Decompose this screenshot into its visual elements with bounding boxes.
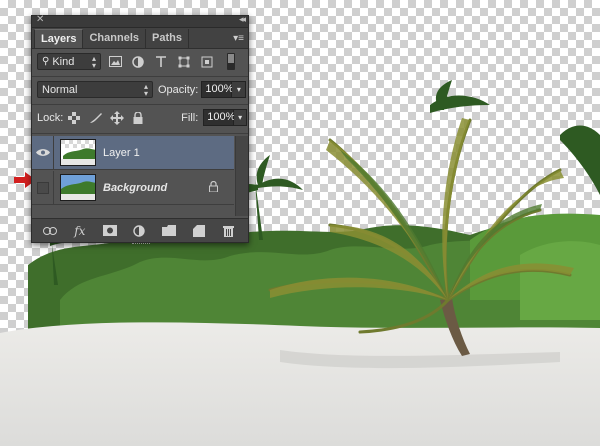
divider (32, 104, 248, 105)
lock-all-icon[interactable] (130, 109, 146, 126)
trash-icon[interactable] (221, 224, 237, 238)
lock-icon (209, 181, 218, 192)
panel-bottom-toolbar: fx (32, 218, 248, 244)
smart-object-filter-icon[interactable] (198, 53, 216, 70)
add-mask-icon[interactable] (102, 224, 118, 238)
panel-tabs: Layers Channels Paths ▾≡ (32, 28, 248, 49)
layer-name[interactable]: Layer 1 (103, 147, 140, 159)
filter-kind-dropdown[interactable]: ⚲ Kind ▴ ▾ (37, 53, 101, 70)
layers-panel: ✕ ◂◂ Layers Channels Paths ▾≡ ⚲ Kind ▴▾ (31, 14, 249, 244)
new-layer-icon[interactable] (191, 224, 207, 238)
lock-row: Lock: Fill: 100% ▾ (37, 109, 247, 126)
opacity-field[interactable]: 100% (201, 81, 234, 98)
close-icon[interactable]: ✕ (36, 14, 44, 25)
divider (32, 76, 248, 77)
layers-list: Layer 1 Background (32, 135, 248, 216)
stepper-arrows-icon: ▴ ▾ (143, 82, 148, 98)
type-filter-icon[interactable] (152, 53, 170, 70)
visibility-toggle[interactable] (32, 170, 54, 205)
tab-layers[interactable]: Layers (34, 29, 84, 48)
double-chevron-icon[interactable]: ◂◂ (239, 14, 246, 25)
lock-transparent-pixels-icon[interactable] (66, 109, 82, 126)
resize-grip[interactable] (132, 243, 150, 246)
link-layers-icon[interactable] (42, 224, 58, 238)
filter-row: ⚲ Kind ▴ ▾ (37, 53, 247, 70)
blend-row: Normal ▴ ▾ Opacity: 100% ▾ (37, 81, 247, 98)
visibility-toggle[interactable] (32, 135, 54, 170)
layer-thumbnail (60, 174, 96, 201)
layer-thumbnail (60, 139, 96, 166)
adjustment-layer-icon[interactable] (131, 224, 147, 238)
visibility-off-box (36, 181, 49, 194)
fill-dropdown-button[interactable]: ▾ (234, 109, 247, 126)
layers-scrollbar[interactable] (235, 136, 248, 216)
divider (32, 133, 248, 134)
fill-field[interactable]: 100% (203, 109, 235, 126)
lock-position-icon[interactable] (109, 109, 125, 126)
blend-mode-dropdown[interactable]: Normal ▴ ▾ (37, 81, 153, 98)
panel-menu-icon[interactable]: ▾≡ (233, 33, 244, 44)
layer-row-background[interactable]: Background (32, 170, 234, 205)
shape-filter-icon[interactable] (175, 53, 193, 70)
fx-icon[interactable]: fx (72, 224, 88, 238)
stepper-arrows-icon: ▴ ▾ (91, 54, 96, 70)
search-icon: ⚲ (42, 56, 50, 67)
filter-toggle-icon[interactable] (222, 53, 240, 70)
lock-image-pixels-icon[interactable] (88, 109, 104, 126)
eye-icon (35, 149, 50, 156)
fill-label: Fill: (181, 111, 199, 124)
lock-label: Lock: (37, 111, 64, 124)
filter-kind-label: Kind (52, 55, 75, 68)
layer-row-layer-1[interactable]: Layer 1 (32, 135, 234, 170)
layer-name[interactable]: Background (103, 182, 167, 194)
image-filter-icon[interactable] (106, 53, 124, 70)
adjustment-filter-icon[interactable] (129, 53, 147, 70)
blend-mode-value: Normal (42, 83, 78, 96)
tab-channels[interactable]: Channels (83, 29, 146, 48)
opacity-label: Opacity: (158, 83, 199, 96)
tab-paths[interactable]: Paths (146, 29, 189, 48)
new-group-icon[interactable] (161, 224, 177, 238)
opacity-dropdown-button[interactable]: ▾ (232, 81, 247, 98)
panel-titlebar: ✕ ◂◂ (32, 14, 248, 28)
